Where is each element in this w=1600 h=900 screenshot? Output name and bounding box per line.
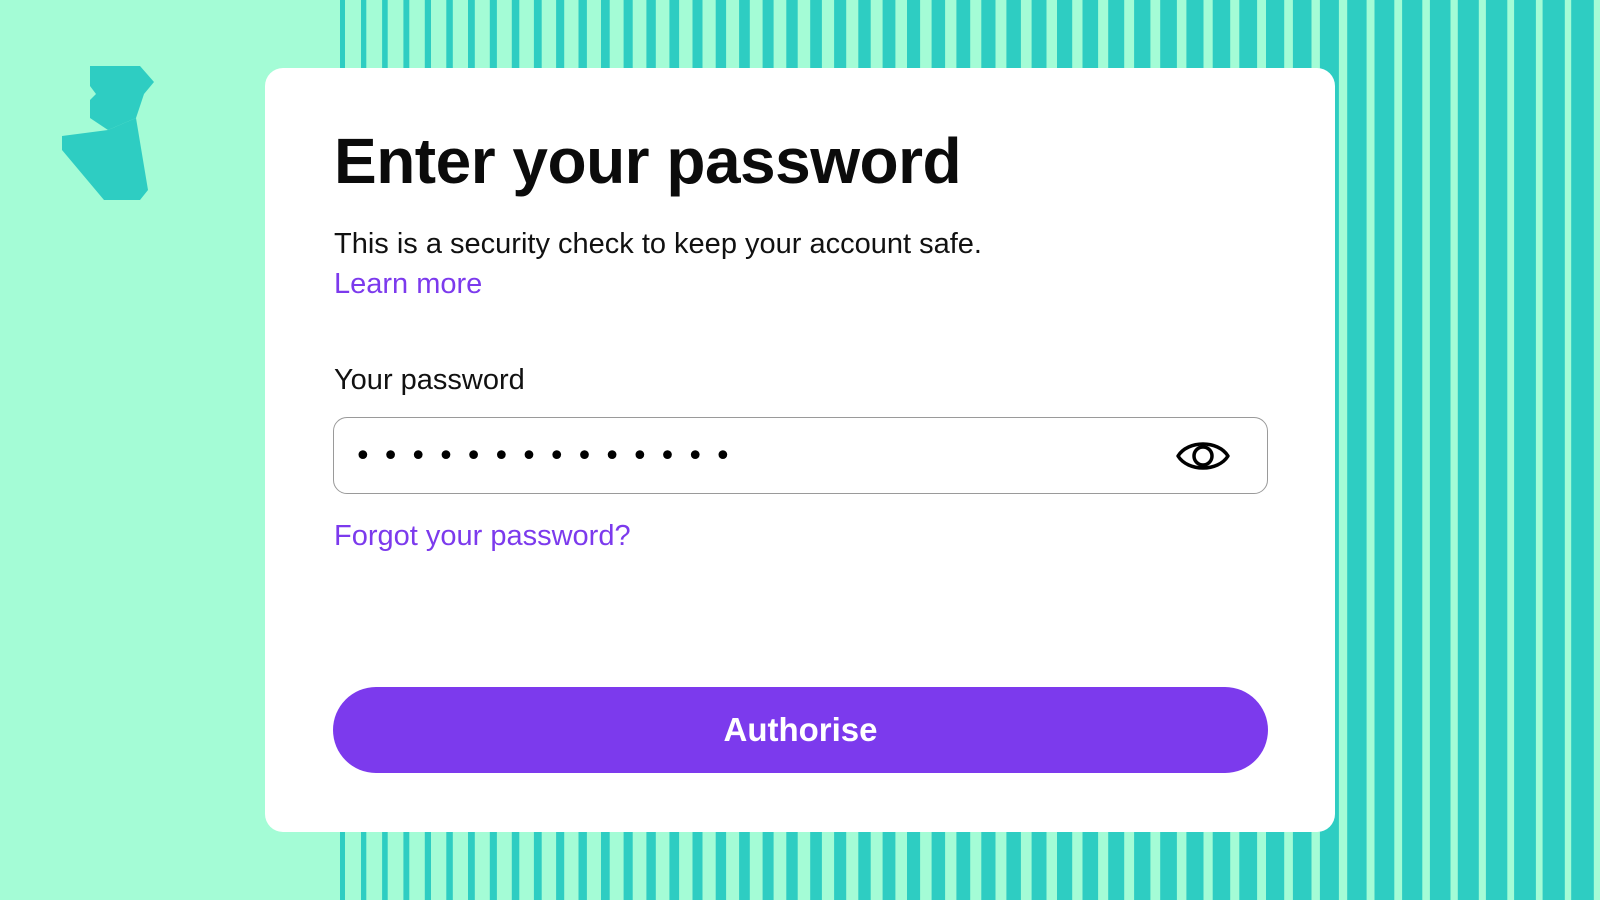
password-field[interactable] <box>333 417 1268 494</box>
forgot-password-link[interactable]: Forgot your password? <box>334 520 631 553</box>
password-input[interactable] <box>354 428 1154 484</box>
learn-more-link[interactable]: Learn more <box>334 268 482 301</box>
eye-icon[interactable] <box>1175 434 1231 478</box>
authorise-button[interactable]: Authorise <box>333 687 1268 773</box>
dialog-title: Enter your password <box>334 125 962 197</box>
dialog-subtitle: This is a security check to keep your ac… <box>334 228 982 260</box>
password-label: Your password <box>334 364 525 396</box>
page-background: Enter your password This is a security c… <box>0 0 1600 900</box>
brand-logo-icon <box>62 66 154 200</box>
password-dialog: Enter your password This is a security c… <box>265 68 1335 832</box>
